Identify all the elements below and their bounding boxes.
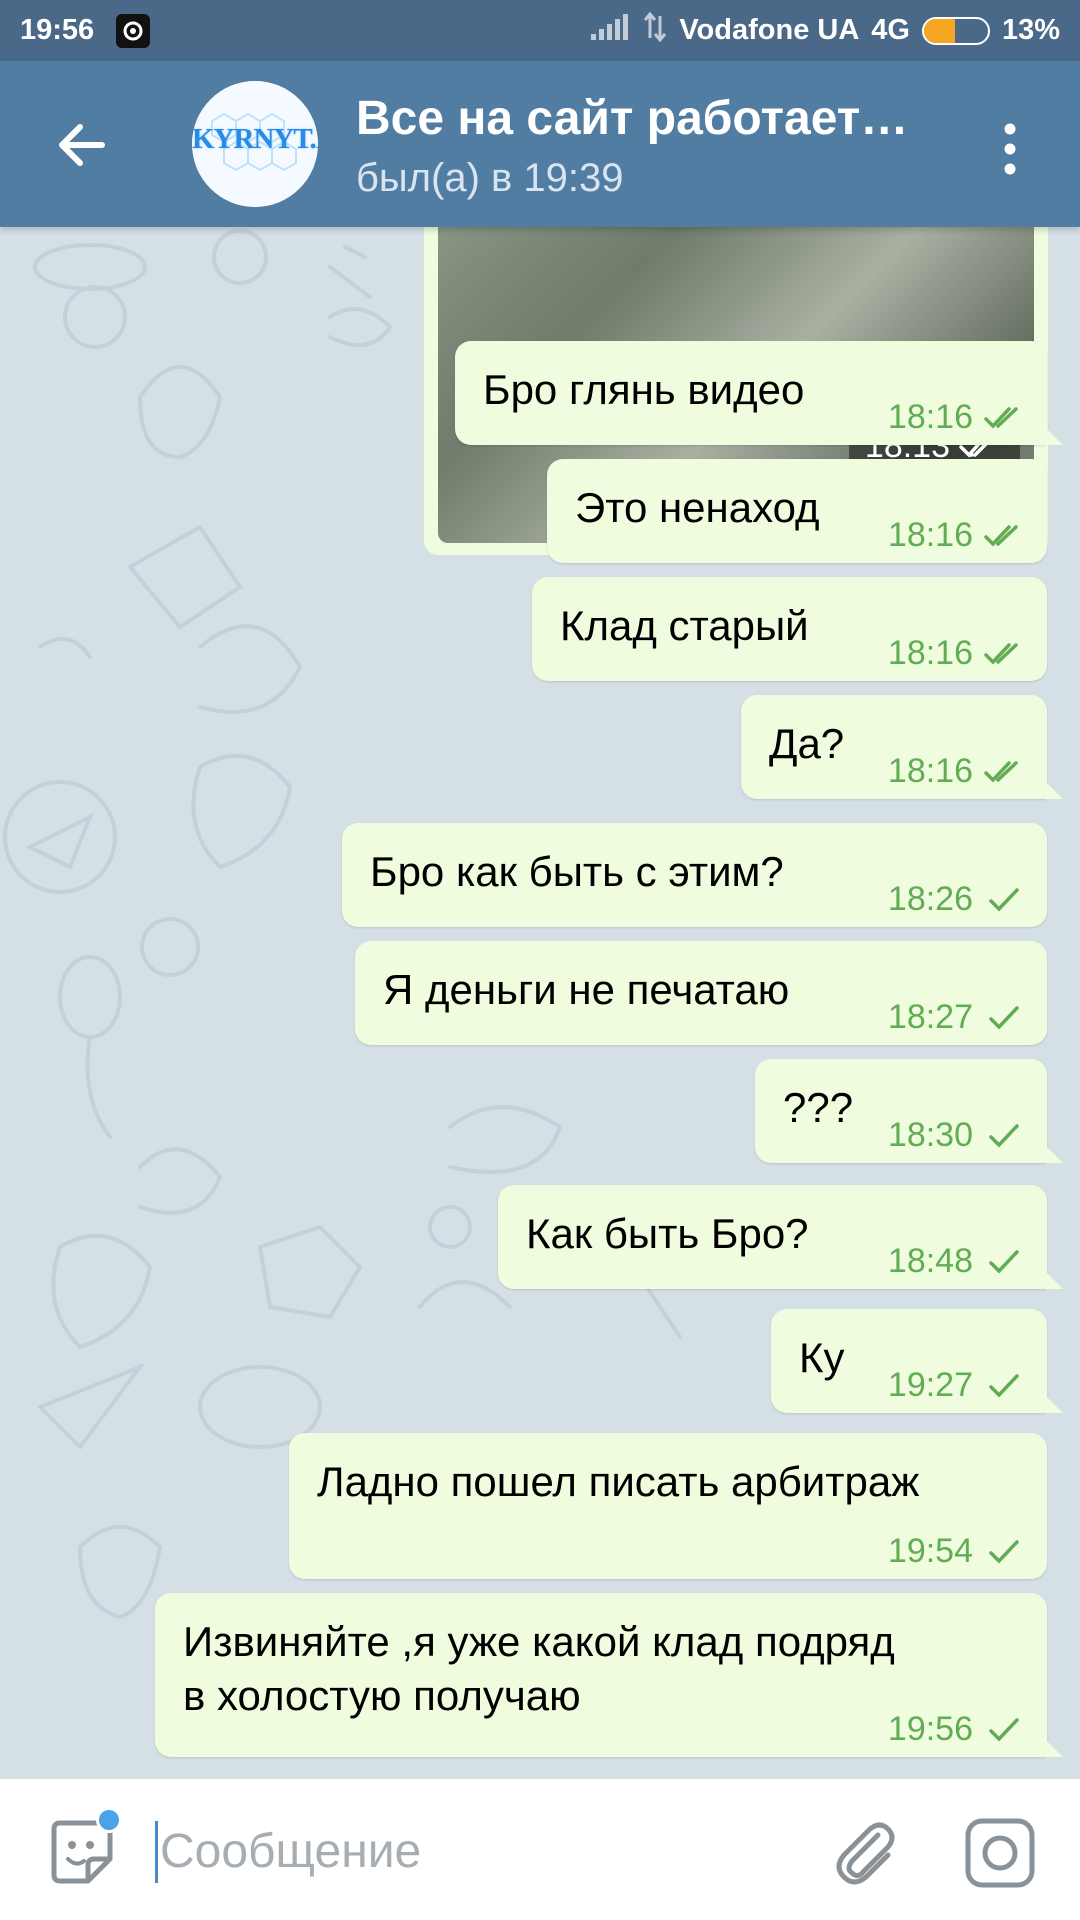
avatar[interactable]: KYRNYT.NE <box>192 81 318 207</box>
message-time: 19:56 <box>887 1710 973 1748</box>
message-bubble[interactable]: Как быть Бро? 18:48 <box>498 1185 1063 1289</box>
more-options-button[interactable] <box>990 117 1030 181</box>
attach-button[interactable] <box>828 1815 904 1891</box>
message-meta: 18:16 <box>888 516 1025 555</box>
message-text: Это ненаход <box>575 484 820 531</box>
message-bubble[interactable]: Это ненаход 18:16 <box>547 459 1047 563</box>
message-meta: 18:30 <box>888 1116 1025 1155</box>
message-time: 18:26 <box>887 880 973 918</box>
message-bubble[interactable]: Да? 18:16 <box>741 695 1063 799</box>
single-check-icon <box>989 1373 1019 1398</box>
message-meta: 18:48 <box>888 1242 1025 1281</box>
message-meta: 18:16 <box>888 634 1025 673</box>
single-check-icon <box>989 1123 1019 1148</box>
message-text: Ку <box>799 1334 845 1381</box>
chat-title[interactable]: Все на сайт работает… <box>356 91 956 146</box>
message-time: 18:16 <box>887 752 973 790</box>
status-bar: 19:56 Vodafone UA 4G 13% <box>0 0 1080 61</box>
message-time: 18:30 <box>887 1116 973 1154</box>
message-bubble[interactable]: Я деньги не печатаю 18:27 <box>355 941 1047 1045</box>
battery-fill <box>923 18 955 43</box>
message-text: ??? <box>783 1084 854 1131</box>
text-cursor <box>155 1821 158 1883</box>
message-text: Да? <box>769 720 845 767</box>
double-check-icon <box>984 642 1018 665</box>
double-check-icon <box>984 760 1018 783</box>
message-text: Как быть Бро? <box>526 1210 809 1257</box>
back-arrow-icon <box>59 124 105 166</box>
message-text: Ладно пошел писать арбитраж <box>317 1458 920 1505</box>
camera-icon <box>965 1818 1035 1888</box>
message-text: Клад старый <box>560 602 809 649</box>
message-time: 18:16 <box>887 516 973 554</box>
single-check-icon <box>989 1539 1019 1564</box>
message-meta: 18:16 <box>888 752 1025 791</box>
signal-icon <box>589 12 631 50</box>
message-text: Извиняйте ,я уже какой клад подряд в хол… <box>183 1618 895 1719</box>
message-bubble[interactable]: Бро как быть с этим? 18:26 <box>342 823 1047 927</box>
message-bubble[interactable]: Клад старый 18:16 <box>532 577 1047 681</box>
message-bubble[interactable]: ??? 18:30 <box>755 1059 1063 1163</box>
avatar-logo-text: KYRNYT.NE <box>192 123 318 155</box>
message-bubble[interactable]: Бро глянь видео 18:16 <box>455 341 1063 445</box>
double-check-icon <box>984 524 1018 547</box>
message-meta: 18:26 <box>888 880 1025 919</box>
message-text: Я деньги не печатаю <box>383 966 790 1013</box>
message-time: 19:54 <box>887 1532 973 1570</box>
battery-percent: 13% <box>1001 14 1060 46</box>
message-meta: 18:27 <box>888 998 1025 1037</box>
message-meta: 19:27 <box>888 1366 1025 1405</box>
message-bubble[interactable]: Ладно пошел писать арбитраж 19:54 <box>289 1433 1047 1579</box>
last-seen-status: был(а) в 19:39 <box>356 156 624 200</box>
message-time: 18:16 <box>887 634 973 672</box>
network-type: 4G <box>871 14 910 46</box>
double-check-icon <box>984 406 1018 429</box>
camera-button[interactable] <box>962 1815 1038 1891</box>
chat-header: KYRNYT.NE Все на сайт работает… был(а) в… <box>0 61 1080 227</box>
message-meta: 19:56 <box>888 1710 1025 1749</box>
message-meta: 18:16 <box>888 398 1025 437</box>
app-notification-icon <box>116 13 151 48</box>
message-input-bar <box>0 1778 1080 1920</box>
more-vertical-icon <box>1004 123 1016 175</box>
message-text: Бро как быть с этим? <box>370 848 784 895</box>
status-time: 19:56 <box>20 14 95 46</box>
message-time: 19:27 <box>887 1366 973 1404</box>
single-check-icon <box>989 1005 1019 1030</box>
message-input[interactable] <box>160 1809 800 1893</box>
message-time: 18:27 <box>887 998 973 1036</box>
battery-icon <box>921 16 990 45</box>
carrier-name: Vodafone UA <box>679 14 860 46</box>
attach-icon <box>836 1822 895 1885</box>
message-bubble[interactable]: Извиняйте ,я уже какой клад подряд в хол… <box>155 1593 1063 1757</box>
single-check-icon <box>989 887 1019 912</box>
message-time: 18:16 <box>887 398 973 436</box>
message-text: Бро глянь видео <box>483 366 805 413</box>
message-bubble[interactable]: Ку 19:27 <box>771 1309 1063 1413</box>
single-check-icon <box>989 1249 1019 1274</box>
new-stickers-badge <box>96 1807 122 1833</box>
data-transfer-icon <box>643 11 667 50</box>
back-button[interactable] <box>52 115 112 175</box>
single-check-icon <box>989 1717 1019 1742</box>
message-meta: 19:54 <box>888 1532 1025 1571</box>
chat-messages-area[interactable]: 18:13 Бро глянь видео 18:16 Это ненаход … <box>0 227 1080 1778</box>
message-time: 18:48 <box>887 1242 973 1280</box>
